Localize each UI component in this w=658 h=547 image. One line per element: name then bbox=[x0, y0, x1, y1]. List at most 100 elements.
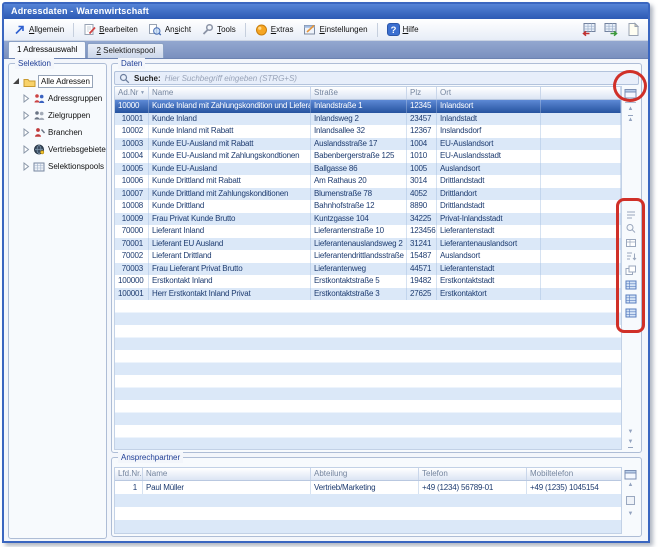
table-row[interactable]: 10003 Kunde EU-Ausland mit Rabatt Auslan… bbox=[115, 138, 621, 151]
menu-separator bbox=[377, 23, 378, 37]
cell-ort: Auslandsort bbox=[437, 163, 541, 176]
table-row[interactable]: 10001 Kunde Inland Inlandsweg 2 23457 In… bbox=[115, 113, 621, 126]
table-row[interactable]: 10002 Kunde Inland mit Rabatt Inlandsall… bbox=[115, 125, 621, 138]
header-strasse[interactable]: Straße bbox=[311, 87, 407, 99]
header-lfdnr[interactable]: Lfd.Nr.▲ bbox=[115, 468, 143, 480]
cell-adnr: 10008 bbox=[115, 200, 149, 213]
scroll-end-button[interactable]: ▼ bbox=[628, 438, 634, 448]
column-chooser-icon bbox=[624, 88, 637, 99]
cell-blank bbox=[541, 188, 621, 201]
scroll-down-button[interactable]: ▼ bbox=[628, 428, 634, 438]
grid-view-icon[interactable] bbox=[624, 279, 637, 290]
tree-item-zielgruppen[interactable]: Zielgruppen bbox=[12, 107, 104, 124]
cell-ort: Drittlandstadt bbox=[437, 175, 541, 188]
contact-column-chooser-button[interactable] bbox=[623, 468, 638, 481]
column-chooser-button[interactable] bbox=[623, 87, 638, 100]
tree-item-selektionspools[interactable]: Selektionspools bbox=[12, 158, 104, 175]
table-row[interactable]: 10008 Kunde Drittland Bahnhofstraße 12 8… bbox=[115, 200, 621, 213]
table-row[interactable]: 10007 Kunde Drittland mit Zahlungskondit… bbox=[115, 188, 621, 201]
title-bar[interactable]: Adressdaten - Warenwirtschaft bbox=[4, 4, 648, 19]
header-abteilung[interactable]: Abteilung bbox=[311, 468, 419, 480]
tree-item-vertriebsgebiete[interactable]: Vertriebsgebiete bbox=[12, 141, 104, 158]
tree-item-branchen[interactable]: Branchen bbox=[12, 124, 104, 141]
table-import-icon[interactable] bbox=[602, 22, 619, 38]
cell-ort: EU-Auslandsstadt bbox=[437, 150, 541, 163]
svg-text:?: ? bbox=[390, 25, 396, 36]
table-row[interactable]: 100001 Herr Erstkontakt Inland Privat Er… bbox=[115, 288, 621, 301]
menu-bar: Allgemein Bearbeiten Ansicht Tools Extra… bbox=[4, 19, 648, 41]
menu-allgemein[interactable]: Allgemein bbox=[9, 21, 68, 38]
scroll-up-button[interactable]: ▲ bbox=[628, 105, 634, 115]
header-ort[interactable]: Ort bbox=[437, 87, 541, 99]
table-row[interactable]: 10000 Kunde Inland mit Zahlungskondition… bbox=[115, 100, 621, 113]
grid-view-icon[interactable] bbox=[624, 293, 637, 304]
scroll-up-button[interactable]: ▲ bbox=[628, 481, 634, 491]
table-row[interactable]: 10005 Kunde EU-Ausland Ballgasse 86 1005… bbox=[115, 163, 621, 176]
header-mobiltelefon[interactable]: Mobiltelefon bbox=[527, 468, 622, 480]
table-row[interactable]: 70000 Lieferant Inland Lieferantenstraße… bbox=[115, 225, 621, 238]
copy-icon[interactable] bbox=[624, 265, 637, 276]
header-name[interactable]: Name bbox=[143, 468, 311, 480]
magnifier-icon[interactable] bbox=[624, 223, 637, 234]
table-row[interactable]: 70003 Frau Lieferant Privat Brutto Liefe… bbox=[115, 263, 621, 276]
cell-blank bbox=[541, 100, 621, 113]
cell-strasse: Ballgasse 86 bbox=[311, 163, 407, 176]
selection-pools-icon bbox=[33, 161, 46, 172]
cell-strasse: Lieferantenstraße 10 bbox=[311, 225, 407, 238]
cell-strasse: Bahnhofstraße 12 bbox=[311, 200, 407, 213]
scrollbar-thumb[interactable] bbox=[626, 496, 635, 505]
extras-icon bbox=[255, 23, 268, 36]
content-pane: Selektion Alle Adressen Adressgruppen bbox=[4, 59, 648, 541]
menu-ansicht[interactable]: Ansicht bbox=[144, 21, 195, 38]
tree-item-alle-adressen[interactable]: Alle Adressen bbox=[12, 73, 104, 90]
new-document-icon[interactable] bbox=[624, 22, 641, 38]
expander-expanded-icon[interactable] bbox=[12, 77, 21, 86]
menu-lines-icon[interactable] bbox=[624, 209, 637, 220]
menu-einstellungen[interactable]: Einstellungen bbox=[299, 21, 371, 38]
expander-collapsed-icon[interactable] bbox=[22, 145, 31, 154]
table-row[interactable]: 100000 Erstkontakt Inland Erstkontaktstr… bbox=[115, 275, 621, 288]
tree-item-adressgruppen[interactable]: Adressgruppen bbox=[12, 90, 104, 107]
contact-side-strip: ▲ ▼ bbox=[622, 467, 639, 534]
expander-collapsed-icon[interactable] bbox=[22, 162, 31, 171]
menu-bearbeiten[interactable]: Bearbeiten bbox=[79, 21, 142, 38]
header-plz[interactable]: Plz bbox=[407, 87, 437, 99]
table-row[interactable]: 70002 Lieferant Drittland Lieferantendri… bbox=[115, 250, 621, 263]
expander-collapsed-icon[interactable] bbox=[22, 111, 31, 120]
header-telefon[interactable]: Telefon bbox=[419, 468, 527, 480]
sort-icon[interactable] bbox=[624, 251, 637, 262]
table-row[interactable]: 1 Paul Müller Vertrieb/Marketing +49 (12… bbox=[115, 481, 621, 494]
table-export-icon[interactable] bbox=[580, 22, 597, 38]
table-row[interactable]: 10004 Kunde EU-Ausland mit Zahlungskondt… bbox=[115, 150, 621, 163]
header-name[interactable]: Name bbox=[149, 87, 311, 99]
export-table-icon[interactable] bbox=[624, 237, 637, 248]
cell-plz: 3014 bbox=[407, 175, 437, 188]
cell-ort: Inlandsort bbox=[437, 100, 541, 113]
header-adnr[interactable]: Ad.Nr▼ bbox=[115, 87, 149, 99]
scroll-top-button[interactable]: ▲ bbox=[628, 115, 634, 125]
table-row[interactable]: 70001 Lieferant EU Ausland Lieferantenau… bbox=[115, 238, 621, 251]
menu-extras[interactable]: Extras bbox=[251, 21, 298, 38]
tab-selektionspool[interactable]: 2 Selektionspool bbox=[87, 43, 164, 58]
expander-collapsed-icon[interactable] bbox=[22, 128, 31, 137]
table-row[interactable]: 10006 Kunde Drittland mit Rabatt Am Rath… bbox=[115, 175, 621, 188]
view-icon bbox=[148, 23, 162, 36]
selektion-groupbox: Selektion Alle Adressen Adressgruppen bbox=[8, 63, 107, 539]
cell-strasse: Inlandstraße 1 bbox=[311, 100, 407, 113]
folder-icon bbox=[23, 76, 36, 87]
cell-name: Lieferant Inland bbox=[149, 225, 311, 238]
table-row[interactable]: 10009 Frau Privat Kunde Brutto Kuntzgass… bbox=[115, 213, 621, 226]
scroll-down-button[interactable]: ▼ bbox=[628, 510, 634, 520]
tab-adressauswahl[interactable]: 1 Adressauswahl bbox=[8, 41, 86, 58]
search-input[interactable]: Suche: Hier Suchbegriff eingeben (STRG+S… bbox=[114, 71, 639, 85]
menu-tools[interactable]: Tools bbox=[197, 21, 240, 38]
cell-adnr: 70001 bbox=[115, 238, 149, 251]
menu-hilfe[interactable]: ? Hilfe bbox=[383, 21, 423, 38]
cell-blank bbox=[541, 200, 621, 213]
cell-name: Kunde Drittland mit Rabatt bbox=[149, 175, 311, 188]
expander-collapsed-icon[interactable] bbox=[22, 94, 31, 103]
grid-view-icon[interactable] bbox=[624, 307, 637, 318]
contact-grid-header: Lfd.Nr.▲ Name Abteilung Telefon Mobiltel… bbox=[115, 468, 621, 481]
settings-icon bbox=[303, 23, 316, 36]
cell-blank bbox=[541, 113, 621, 126]
